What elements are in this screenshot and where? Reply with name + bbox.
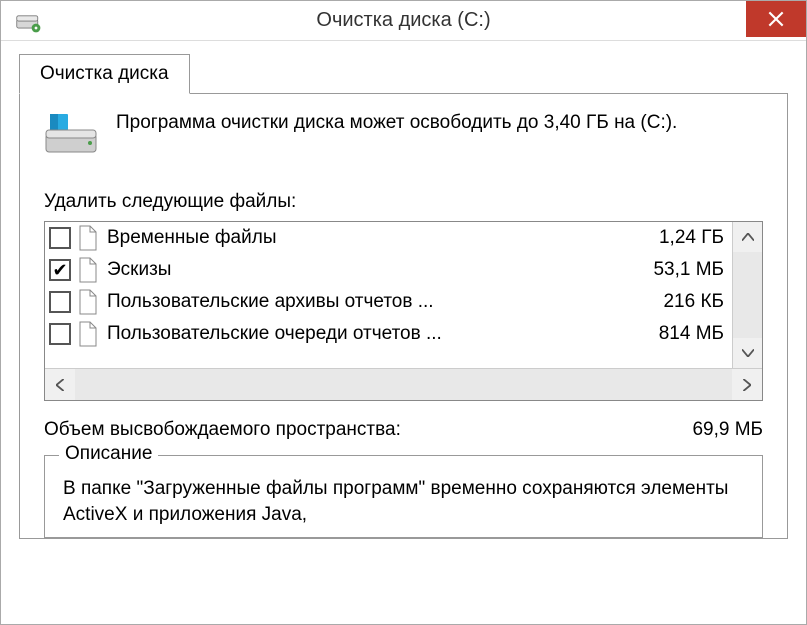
file-icon <box>77 225 99 251</box>
checkbox[interactable] <box>49 323 71 345</box>
list-item-label: Пользовательские очереди отчетов ... <box>107 323 614 345</box>
list-item-label: Временные файлы <box>107 227 614 249</box>
tab-disk-cleanup[interactable]: Очистка диска <box>19 54 190 94</box>
list-item-label: Эскизы <box>107 259 614 281</box>
chevron-up-icon <box>742 233 754 241</box>
list-item[interactable]: Временные файлы 1,24 ГБ <box>45 222 732 254</box>
freed-space-value: 69,9 МБ <box>692 419 763 441</box>
checkbox[interactable] <box>49 291 71 313</box>
chevron-right-icon <box>743 379 751 391</box>
list-item[interactable]: ✔ Эскизы 53,1 МБ <box>45 254 732 286</box>
scroll-track[interactable] <box>733 252 762 338</box>
scroll-down-button[interactable] <box>733 338 762 368</box>
tab-panel: Программа очистки диска может освободить… <box>19 93 788 539</box>
file-icon <box>77 257 99 283</box>
scroll-right-button[interactable] <box>732 369 762 400</box>
list-item-size: 814 МБ <box>614 323 724 345</box>
intro-text: Программа очистки диска может освободить… <box>116 110 677 163</box>
file-list-label: Удалить следующие файлы: <box>44 191 763 213</box>
chevron-down-icon <box>742 349 754 357</box>
titlebar: Очистка диска (C:) <box>1 1 806 41</box>
drive-icon <box>44 110 100 163</box>
disk-cleanup-icon <box>13 5 45 37</box>
description-text: В папке "Загруженные файлы программ" вре… <box>63 476 744 527</box>
close-button[interactable] <box>746 1 806 37</box>
scroll-left-button[interactable] <box>45 369 75 400</box>
list-item-size: 1,24 ГБ <box>614 227 724 249</box>
scroll-up-button[interactable] <box>733 222 762 252</box>
list-item[interactable]: Пользовательские очереди отчетов ... 814… <box>45 318 732 350</box>
close-icon <box>768 11 784 27</box>
scroll-track[interactable] <box>75 369 732 400</box>
file-list: Временные файлы 1,24 ГБ ✔ Эскизы 53,1 МБ <box>44 221 763 401</box>
file-icon <box>77 289 99 315</box>
vertical-scrollbar[interactable] <box>732 222 762 368</box>
window-title: Очистка диска (C:) <box>1 9 806 32</box>
freed-space-label: Объем высвобождаемого пространства: <box>44 419 692 441</box>
checkbox[interactable] <box>49 227 71 249</box>
file-icon <box>77 321 99 347</box>
chevron-left-icon <box>56 379 64 391</box>
list-item[interactable]: Пользовательские архивы отчетов ... 216 … <box>45 286 732 318</box>
description-group: Описание В папке "Загруженные файлы прог… <box>44 455 763 538</box>
description-legend: Описание <box>59 443 158 465</box>
list-item-size: 216 КБ <box>614 291 724 313</box>
horizontal-scrollbar[interactable] <box>45 368 762 400</box>
list-item-label: Пользовательские архивы отчетов ... <box>107 291 614 313</box>
list-item-size: 53,1 МБ <box>614 259 724 281</box>
checkbox[interactable]: ✔ <box>49 259 71 281</box>
